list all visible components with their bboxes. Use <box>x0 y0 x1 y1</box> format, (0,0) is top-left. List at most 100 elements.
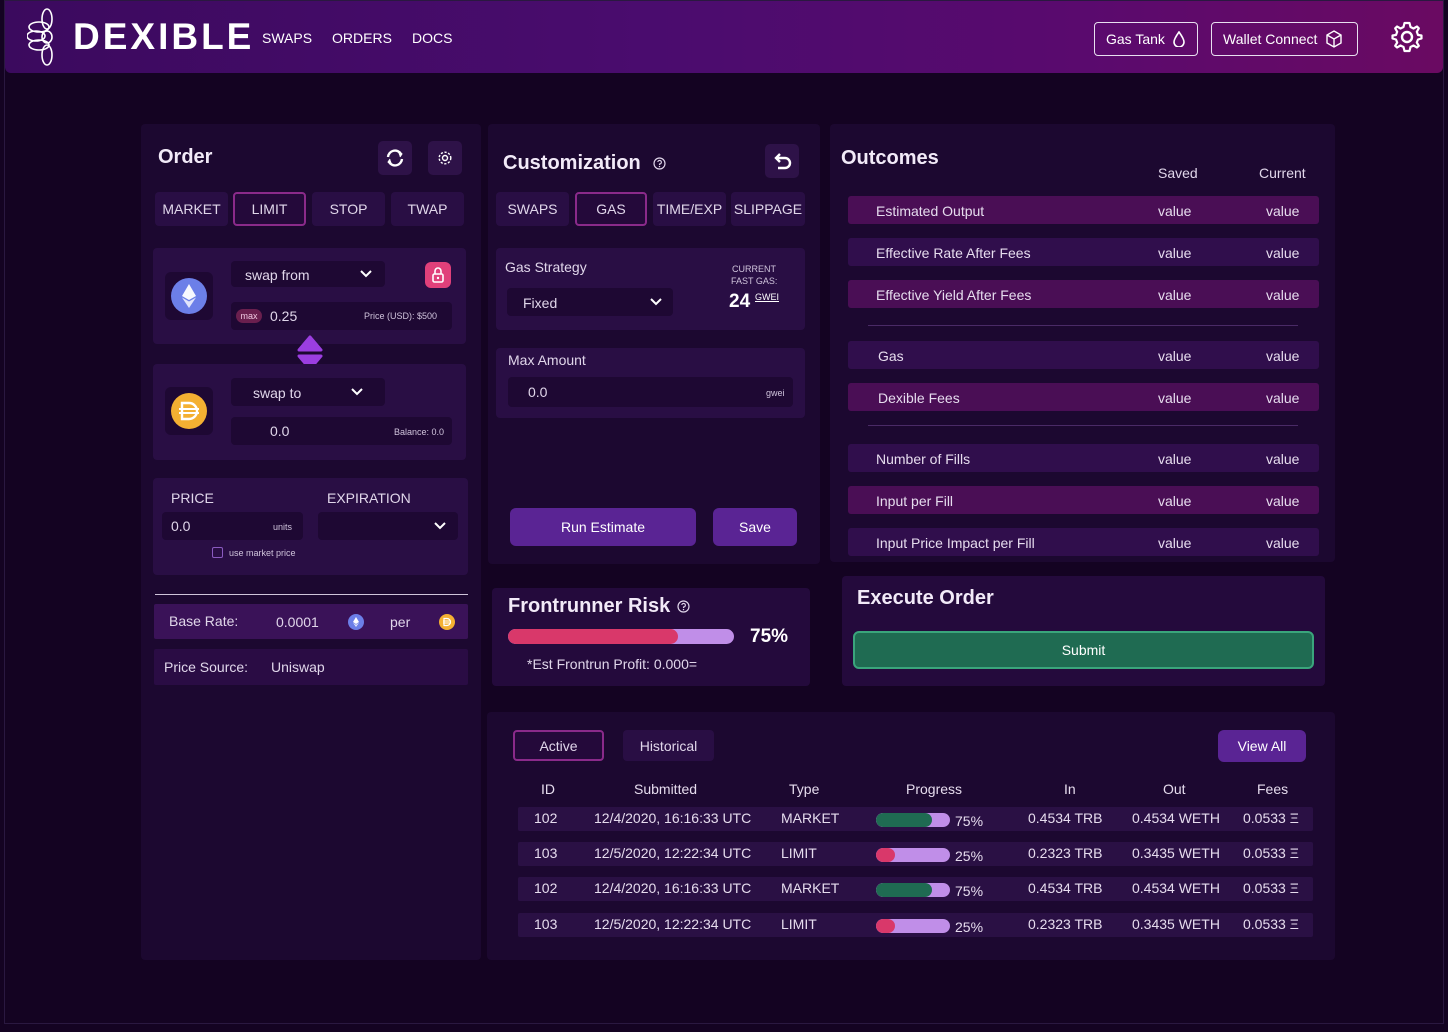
table-row[interactable]: 103 12/5/2020, 12:22:34 UTC LIMIT 0.2323 TR… <box>518 913 1313 937</box>
outcome-saved: value <box>1158 390 1192 406</box>
base-rate-value: 0.0001 <box>276 614 319 630</box>
swap-from-amount-field[interactable]: max 0.25 Price (USD): $500 <box>231 302 452 330</box>
order-out: 0.3435 WETH <box>1132 916 1220 932</box>
outcome-saved: value <box>1158 451 1192 467</box>
swap-to-select[interactable]: swap to <box>231 378 385 406</box>
outcome-current: value <box>1266 203 1300 219</box>
order-progress-fill <box>876 848 895 862</box>
orders-tab-historical[interactable]: Historical <box>623 730 714 761</box>
wallet-connect-button[interactable]: Wallet Connect <box>1211 22 1358 56</box>
order-tab-twap[interactable]: TWAP <box>391 192 464 226</box>
est-frontrun-profit: *Est Frontrun Profit: 0.000= <box>527 656 698 672</box>
max-amount-input[interactable]: 0.0 gwei <box>508 377 793 407</box>
order-tab-stop[interactable]: STOP <box>312 192 385 226</box>
outcome-row: Input Price Impact per Fill value value <box>848 528 1319 556</box>
saved-column-header: Saved <box>1158 165 1198 181</box>
ethereum-small-icon <box>348 614 364 630</box>
table-row[interactable]: 102 12/4/2020, 16:16:33 UTC MARKET 0.4534 T… <box>518 807 1313 831</box>
current-fast-gas-label-2: FAST GAS: <box>731 276 778 286</box>
settings-gear-icon[interactable] <box>1390 20 1424 54</box>
order-progress-fill <box>876 813 932 827</box>
order-in: 0.2323 TRB <box>1028 845 1103 861</box>
chevron-down-icon <box>351 388 363 396</box>
outcome-label: Input Price Impact per Fill <box>876 535 1035 551</box>
save-button[interactable]: Save <box>713 508 797 546</box>
dai-icon <box>171 393 207 429</box>
max-amount-unit: gwei <box>766 388 785 398</box>
max-badge[interactable]: max <box>236 309 262 323</box>
outcome-row: Estimated Output value value <box>848 196 1319 224</box>
outcome-saved: value <box>1158 287 1192 303</box>
order-tab-market[interactable]: MARKET <box>155 192 228 226</box>
nav-orders[interactable]: ORDERS <box>332 30 392 46</box>
order-progress-bar <box>876 919 950 933</box>
outcome-saved: value <box>1158 203 1192 219</box>
logo[interactable]: DEXIBLE <box>27 7 254 67</box>
divider <box>868 325 1298 326</box>
price-source-row: Price Source: Uniswap <box>154 649 468 685</box>
order-settings-button[interactable] <box>428 141 462 175</box>
lock-button[interactable] <box>425 262 451 288</box>
col-header-id: ID <box>541 781 555 797</box>
refresh-button[interactable] <box>378 141 412 175</box>
divider <box>155 594 468 595</box>
base-rate-row: Base Rate: 0.0001 per <box>154 604 468 639</box>
outcome-current: value <box>1266 287 1300 303</box>
per-label: per <box>390 614 411 630</box>
help-icon[interactable] <box>677 600 690 613</box>
dexible-flower-icon <box>27 8 53 66</box>
outcome-label: Estimated Output <box>876 203 985 219</box>
gas-strategy-select[interactable]: Fixed <box>507 288 673 316</box>
outcome-label: Number of Fills <box>876 451 971 467</box>
gas-tank-button[interactable]: Gas Tank <box>1094 22 1198 56</box>
max-amount-value: 0.0 <box>528 384 548 400</box>
order-in: 0.4534 TRB <box>1028 880 1103 896</box>
custom-tab-gas[interactable]: GAS <box>575 192 647 226</box>
help-icon[interactable] <box>653 157 666 170</box>
col-header-in: In <box>1064 781 1076 797</box>
use-market-price-checkbox[interactable] <box>212 547 223 558</box>
price-input[interactable]: 0.0 units <box>162 512 303 540</box>
to-amount: 0.0 <box>270 423 290 439</box>
chevron-down-icon <box>650 298 662 306</box>
custom-tab-slippage[interactable]: SLIPPAGE <box>731 192 805 226</box>
gas-strategy-label: Gas Strategy <box>505 259 587 275</box>
submit-button[interactable]: Submit <box>853 631 1314 669</box>
order-id: 103 <box>534 916 558 932</box>
unlock-icon <box>432 267 444 283</box>
order-progress-bar <box>876 848 950 862</box>
col-header-fees: Fees <box>1257 781 1289 797</box>
custom-tab-swaps[interactable]: SWAPS <box>496 192 569 226</box>
outcome-row: Number of Fills value value <box>848 444 1319 472</box>
outcome-saved: value <box>1158 493 1192 509</box>
col-header-progress: Progress <box>906 781 963 797</box>
expiration-select[interactable] <box>318 512 458 540</box>
order-type: MARKET <box>781 810 840 826</box>
orders-tab-active[interactable]: Active <box>513 730 604 761</box>
current-column-header: Current <box>1259 165 1306 181</box>
outcome-label: Input per Fill <box>876 493 954 509</box>
order-title: Order <box>158 146 213 168</box>
from-amount: 0.25 <box>270 308 298 324</box>
table-row[interactable]: 102 12/4/2020, 16:16:33 UTC MARKET 0.4534 T… <box>518 877 1313 901</box>
price-units: units <box>273 522 293 532</box>
execute-order-title: Execute Order <box>857 587 994 609</box>
swap-to-amount-field[interactable]: 0.0 Balance: 0.0 <box>231 417 452 445</box>
custom-tab-time-exp[interactable]: TIME/EXP <box>653 192 726 226</box>
order-fees: 0.0533 Ξ <box>1243 810 1299 826</box>
order-progress-bar <box>876 883 950 897</box>
order-tab-limit[interactable]: LIMIT <box>233 192 306 226</box>
order-progress-percent: 25% <box>955 919 984 935</box>
outcome-saved: value <box>1158 245 1192 261</box>
divider <box>868 425 1298 426</box>
swap-from-select[interactable]: swap from <box>231 261 385 287</box>
order-submitted: 12/5/2020, 12:22:34 UTC <box>594 845 752 861</box>
view-all-button[interactable]: View All <box>1218 730 1306 762</box>
run-estimate-button[interactable]: Run Estimate <box>510 508 696 546</box>
outcome-row: Gas value value <box>848 341 1319 369</box>
order-out: 0.4534 WETH <box>1132 810 1220 826</box>
reset-button[interactable] <box>765 144 799 178</box>
nav-swaps[interactable]: SWAPS <box>262 30 312 46</box>
table-row[interactable]: 103 12/5/2020, 12:22:34 UTC LIMIT 0.2323 TR… <box>518 842 1313 866</box>
nav-docs[interactable]: DOCS <box>412 30 452 46</box>
